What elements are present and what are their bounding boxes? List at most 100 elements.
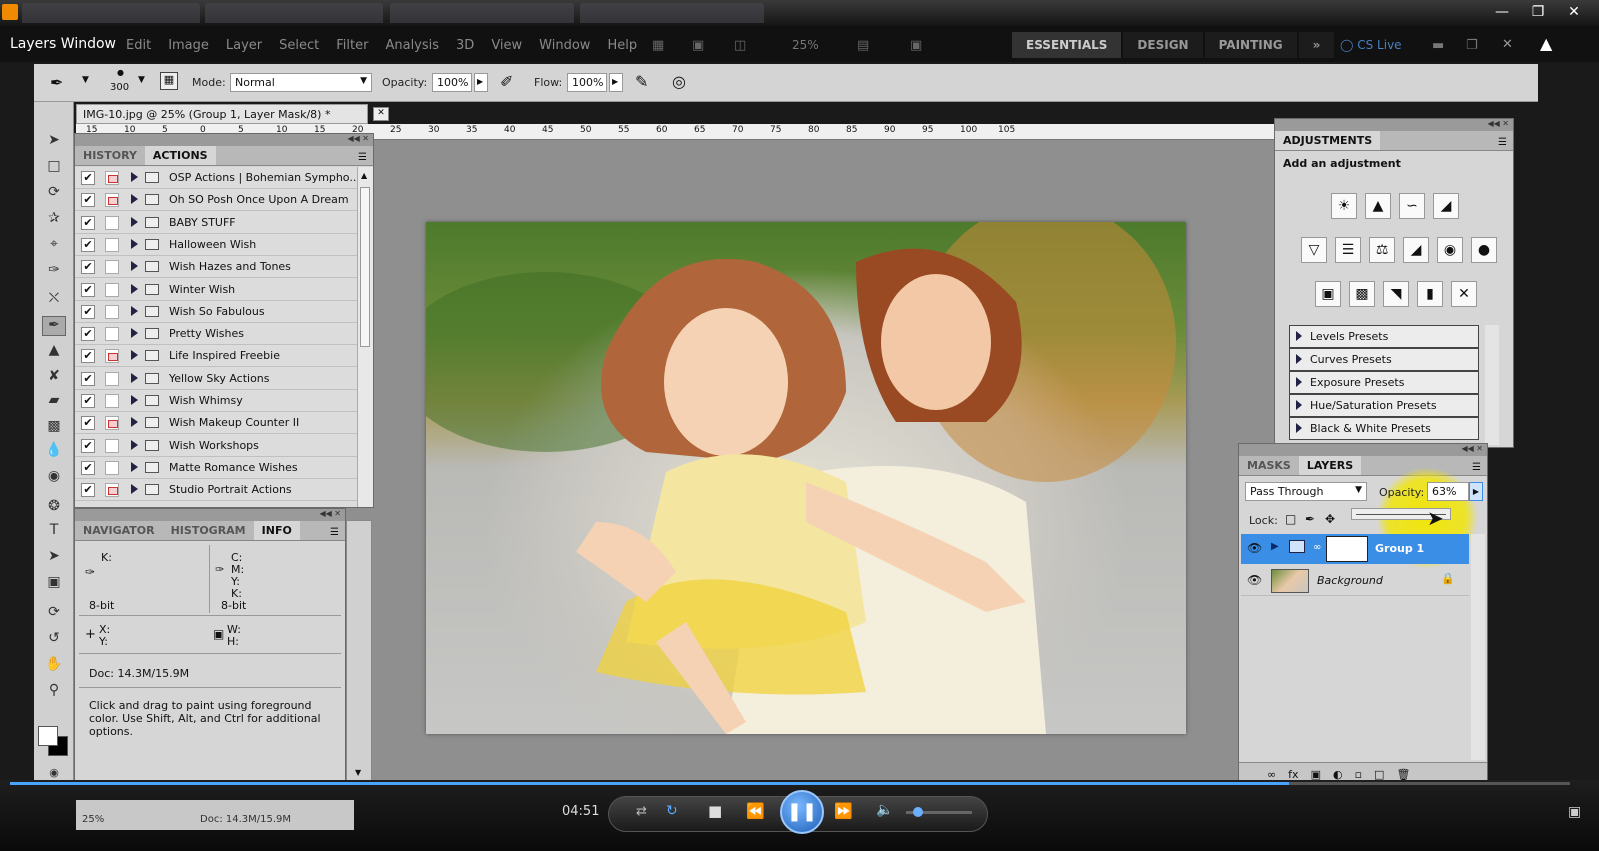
expand-triangle-icon[interactable]	[131, 238, 138, 249]
blend-mode-select[interactable]: Pass Through ▼	[1245, 482, 1367, 501]
curves-icon[interactable]: ∽	[1399, 193, 1425, 219]
expand-triangle-icon[interactable]	[131, 417, 138, 428]
brush-panel-toggle-icon[interactable]: ▦	[160, 72, 178, 90]
threshold-icon[interactable]: ◥	[1383, 281, 1409, 307]
brush-tool-icon[interactable]: ✒	[42, 316, 66, 336]
presets-scrollbar[interactable]	[1485, 325, 1499, 445]
shuffle-icon[interactable]: ⇄	[636, 804, 647, 819]
pause-button[interactable]: ❚❚	[780, 790, 824, 834]
vertical-scrollbar[interactable]: ▼	[346, 520, 372, 782]
document-tab[interactable]: IMG-10.jpg @ 25% (Group 1, Layer Mask/8)…	[76, 104, 389, 124]
action-set-row[interactable]: ✔ Pretty Wishes	[75, 323, 357, 346]
expand-triangle-icon[interactable]	[131, 461, 138, 472]
tab-adjustments[interactable]: ADJUSTMENTS	[1275, 131, 1381, 150]
check-icon[interactable]: ✔	[81, 438, 95, 453]
preset-levels[interactable]: Levels Presets	[1289, 325, 1479, 348]
tab-layers[interactable]: LAYERS	[1298, 456, 1362, 475]
photo-filter-icon[interactable]: ◉	[1437, 237, 1463, 263]
preset-curves[interactable]: Curves Presets	[1289, 348, 1479, 371]
3d-rotate-tool-icon[interactable]: ⟳	[42, 604, 66, 624]
browser-tab[interactable]	[22, 3, 200, 23]
dialog-toggle-icon[interactable]	[105, 237, 119, 252]
check-icon[interactable]: ✔	[81, 416, 95, 431]
blur-tool-icon[interactable]: 💧	[42, 442, 66, 462]
eyedropper-tool-icon[interactable]: ✑	[42, 262, 66, 282]
check-icon[interactable]: ✔	[81, 237, 95, 252]
layer-row-group-1[interactable]: 👁 ▶ ∞ Group 1	[1241, 534, 1469, 564]
action-set-row[interactable]: ✔ Wish Whimsy	[75, 390, 357, 412]
adjustments-collapse-icon[interactable]: ◀◀ ✕	[1275, 119, 1513, 131]
next-icon[interactable]: ⏩	[834, 802, 853, 820]
dialog-toggle-icon[interactable]	[105, 327, 119, 342]
panel-collapse-icon[interactable]: ◀◀ ✕	[75, 134, 373, 146]
preset-black-white[interactable]: Black & White Presets	[1289, 417, 1479, 440]
dropdown-arrow-icon[interactable]: ▼	[82, 75, 89, 85]
tab-masks[interactable]: MASKS	[1239, 456, 1299, 475]
layer-opacity-input[interactable]: 63%	[1427, 482, 1469, 501]
opacity-slider-toggle-icon[interactable]: ▶	[1469, 482, 1483, 501]
browser-tab[interactable]	[580, 3, 764, 23]
maximize-icon[interactable]: ❐	[1523, 2, 1553, 22]
action-set-row[interactable]: ✔ BABY STUFF	[75, 212, 357, 234]
check-icon[interactable]: ✔	[81, 260, 95, 275]
lock-transparent-icon[interactable]: □	[1285, 512, 1296, 526]
view-extras-icon[interactable]: ◫	[734, 38, 746, 53]
black-white-icon[interactable]: ◢	[1403, 237, 1429, 263]
exposure-icon[interactable]: ◢	[1433, 193, 1459, 219]
scroll-up-arrow-icon[interactable]: ▲	[361, 171, 367, 180]
menu-select[interactable]: Select	[279, 38, 319, 53]
layer-row-background[interactable]: 👁 Background 🔒	[1241, 566, 1469, 596]
scroll-up-icon[interactable]: ▲	[1540, 34, 1552, 53]
flow-input[interactable]: 100%	[567, 73, 607, 92]
action-set-row[interactable]: ✔ OSP Actions | Bohemian Sympho...	[75, 167, 357, 189]
menu-image[interactable]: Image	[168, 38, 209, 53]
opacity-input[interactable]: 100%	[432, 73, 472, 92]
vibrance-icon[interactable]: ▽	[1301, 237, 1327, 263]
action-set-row[interactable]: ✔ Life Inspired Freebie	[75, 345, 357, 368]
arrange-documents-icon[interactable]: ▤	[857, 38, 869, 53]
expand-triangle-icon[interactable]	[131, 305, 138, 316]
close-document-icon[interactable]: ✕	[373, 107, 389, 121]
previous-icon[interactable]: ⏪	[746, 802, 765, 820]
bridge-icon[interactable]: ▦	[652, 38, 664, 53]
expand-triangle-icon[interactable]	[131, 216, 138, 227]
tab-history[interactable]: HISTORY	[75, 146, 145, 165]
action-set-row[interactable]: ✔ Studio Portrait Actions	[75, 479, 357, 502]
seek-bar[interactable]	[10, 782, 1570, 785]
check-icon[interactable]: ✔	[81, 327, 95, 342]
menu-analysis[interactable]: Analysis	[385, 38, 439, 53]
hue-saturation-icon[interactable]: ☰	[1335, 237, 1361, 263]
selective-color-icon[interactable]: ✕	[1451, 281, 1477, 307]
action-set-row[interactable]: ✔ Oh SO Posh Once Upon A Dream	[75, 189, 357, 212]
dialog-toggle-icon[interactable]	[105, 416, 119, 431]
action-set-row[interactable]: ✔ Wish Makeup Counter II	[75, 412, 357, 435]
dialog-toggle-icon[interactable]	[105, 260, 119, 275]
pressure-opacity-icon[interactable]: ✐	[500, 72, 513, 91]
move-tool-icon[interactable]: ➤	[42, 132, 66, 152]
expand-triangle-icon[interactable]	[131, 328, 138, 339]
dialog-toggle-icon[interactable]	[105, 483, 119, 498]
visibility-eye-icon[interactable]: 👁	[1247, 573, 1262, 587]
layer-mask-thumbnail[interactable]	[1326, 536, 1368, 562]
menu-edit[interactable]: Edit	[126, 38, 151, 53]
dialog-toggle-icon[interactable]	[105, 438, 119, 453]
eraser-tool-icon[interactable]: ▰	[42, 392, 66, 412]
brush-tip-icon[interactable]: ●	[117, 68, 124, 77]
check-icon[interactable]: ✔	[81, 349, 95, 364]
expand-group-icon[interactable]: ▶	[1271, 541, 1279, 552]
menu-view[interactable]: View	[491, 38, 522, 53]
more-workspaces-icon[interactable]: »	[1298, 32, 1335, 58]
tab-info[interactable]: INFO	[253, 521, 300, 540]
pressure-size-icon[interactable]: ◎	[672, 72, 686, 91]
check-icon[interactable]: ✔	[81, 304, 95, 319]
volume-knob[interactable]	[912, 807, 923, 817]
expand-triangle-icon[interactable]	[131, 372, 138, 383]
scroll-down-arrow-icon[interactable]: ▼	[355, 768, 361, 777]
volume-icon[interactable]: 🔈	[876, 802, 893, 818]
channel-mixer-icon[interactable]: ●	[1471, 237, 1497, 263]
minimize-icon[interactable]: —	[1487, 2, 1517, 22]
color-balance-icon[interactable]: ⚖	[1369, 237, 1395, 263]
dialog-toggle-icon[interactable]	[105, 371, 119, 386]
preset-exposure[interactable]: Exposure Presets	[1289, 371, 1479, 394]
expand-triangle-icon[interactable]	[131, 439, 138, 450]
